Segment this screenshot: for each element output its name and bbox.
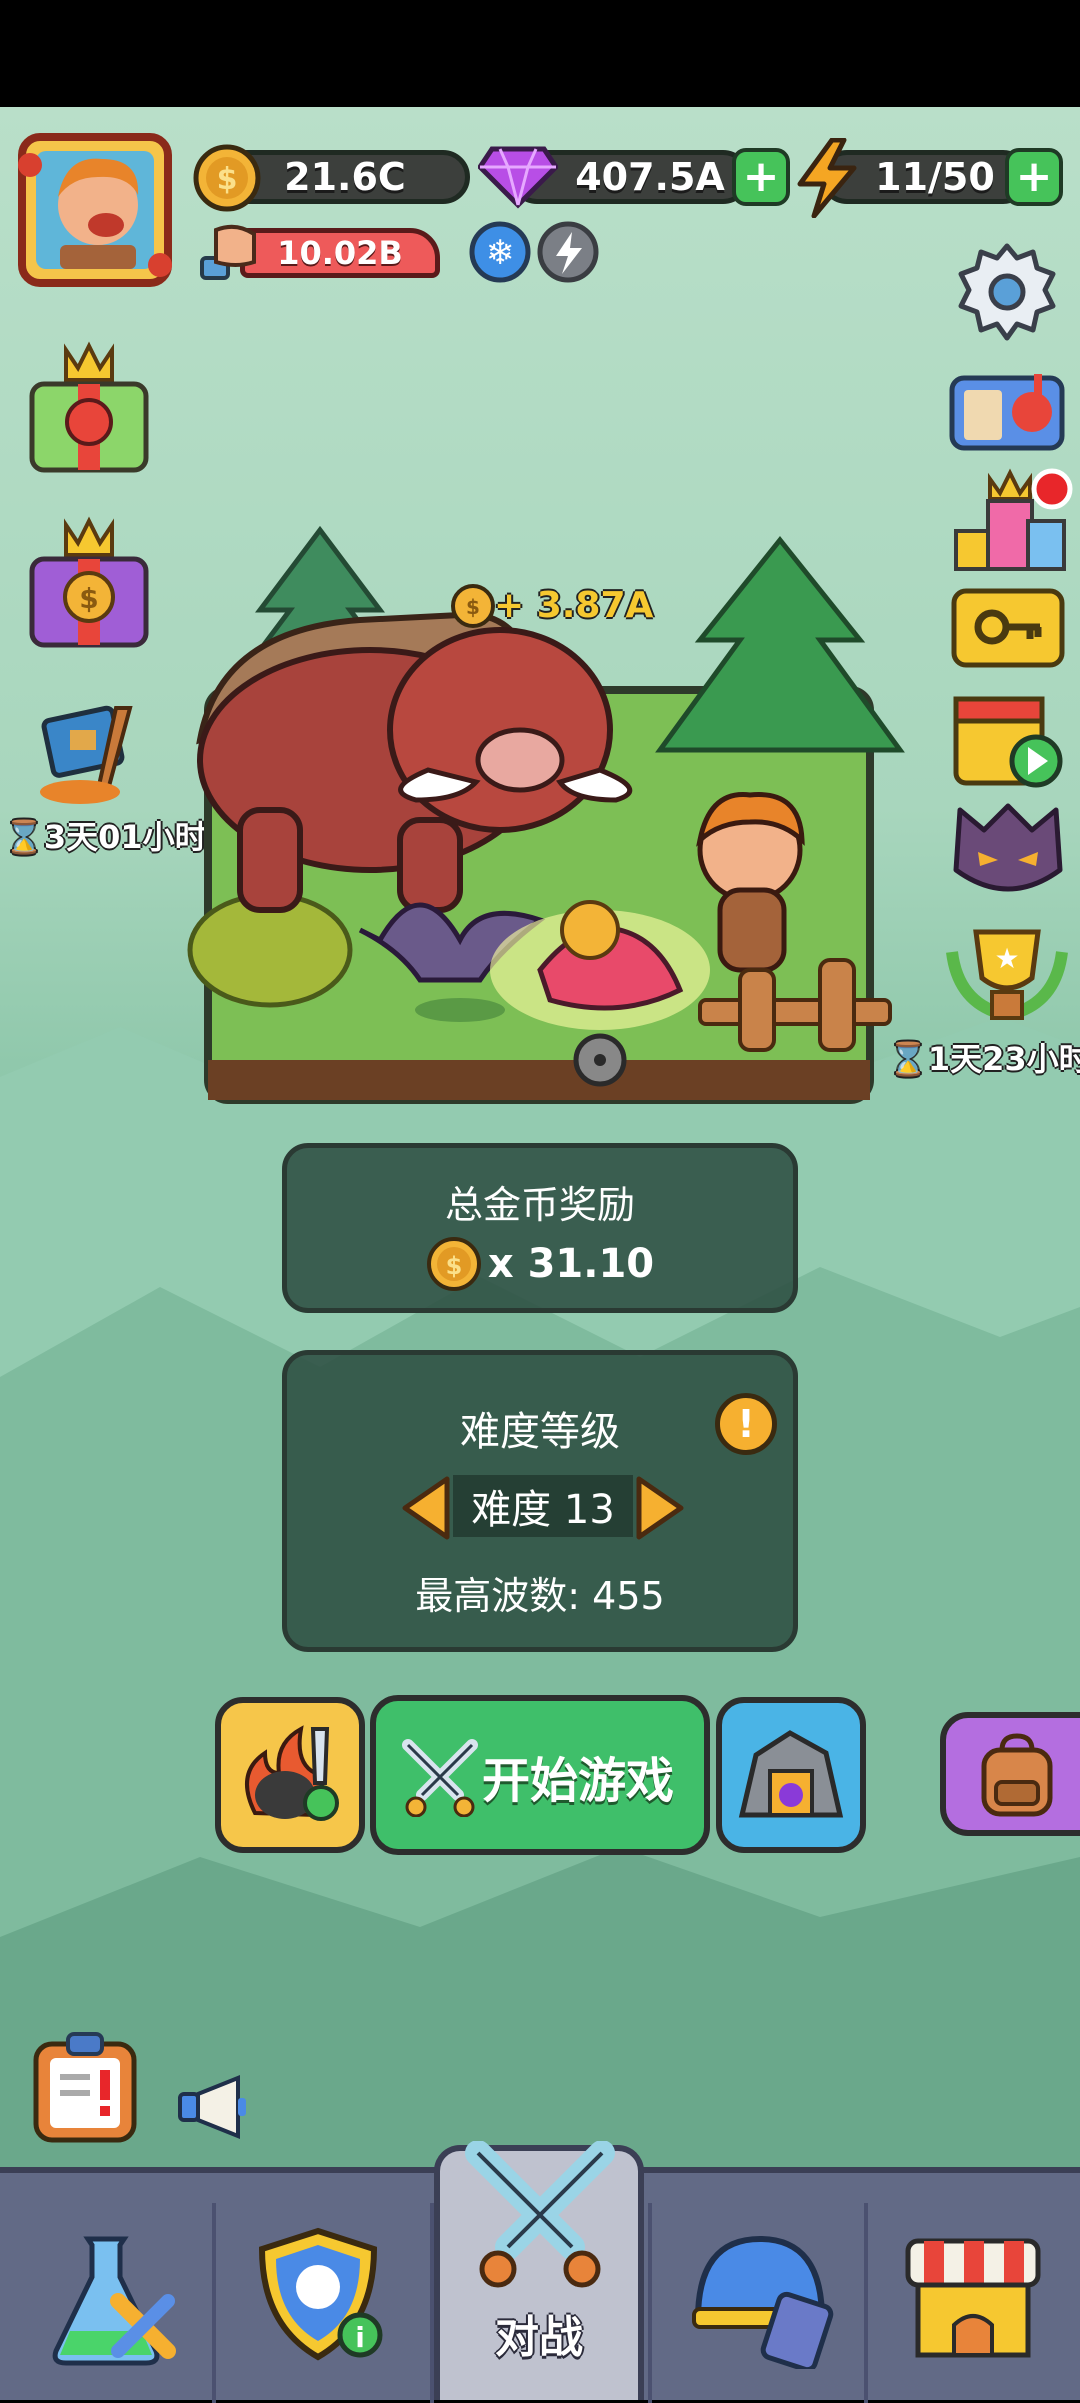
ranking-podium-icon[interactable]: [950, 465, 1074, 575]
boss-skill-button[interactable]: [215, 1697, 365, 1853]
hourglass-icon: ⌛: [4, 818, 44, 856]
freeze-buff-icon[interactable]: ❄: [468, 220, 532, 284]
add-energy-button[interactable]: +: [1005, 148, 1063, 206]
treasure-map-icon[interactable]: [32, 700, 142, 810]
gem-amount: 407.5A: [575, 155, 725, 199]
power-amount: 10.02B: [277, 234, 403, 272]
nav-lab-potion-icon[interactable]: [48, 2231, 178, 2371]
game-background: [0, 107, 1080, 2167]
svg-text:$: $: [217, 162, 238, 197]
bottom-nav: i 对战: [0, 2141, 1080, 2403]
speed-buff-icon[interactable]: [536, 220, 600, 284]
fire-skull-sword-icon: [245, 1725, 339, 1821]
task-clipboard-icon[interactable]: [30, 2028, 140, 2146]
reward-title: 总金币奖励: [444, 1183, 635, 1227]
left-event-timer: ⌛3天01小时: [4, 818, 207, 856]
coin-amount: 21.6C: [284, 155, 406, 199]
coin-gain-label: + 3.87A: [494, 585, 654, 626]
avatar-portrait-icon: [18, 133, 172, 287]
crossed-swords-icon: [402, 1739, 478, 1817]
trophy-icon[interactable]: ★: [944, 922, 1070, 1030]
nav-shop-stall-icon[interactable]: [898, 2233, 1048, 2363]
add-gems-button[interactable]: +: [732, 148, 790, 206]
difficulty-level: 难度 13: [453, 1475, 633, 1537]
gem-icon: [478, 146, 558, 209]
power-gift-box-icon[interactable]: [26, 340, 152, 476]
difficulty-prev-arrow-icon[interactable]: [399, 1475, 453, 1541]
coin-gain-icon: $: [451, 584, 495, 628]
power-badge: 10.02B: [240, 228, 440, 278]
portal-button[interactable]: [716, 1697, 866, 1853]
reward-value: x 31.10: [487, 1241, 655, 1287]
difficulty-next-arrow-icon[interactable]: [633, 1475, 687, 1541]
coin-icon: $: [193, 144, 261, 212]
start-game-button[interactable]: 开始游戏: [370, 1695, 710, 1855]
coin-gift-box-icon[interactable]: $: [26, 515, 152, 651]
demon-mask-icon[interactable]: [950, 800, 1066, 910]
backpack-button[interactable]: [940, 1712, 1080, 1836]
status-bar: [0, 0, 1080, 107]
svg-text:$: $: [446, 1252, 463, 1280]
video-reward-icon[interactable]: [950, 685, 1066, 791]
svg-text:$: $: [466, 595, 480, 619]
start-game-label: 开始游戏: [482, 1753, 675, 1809]
settings-gear-icon[interactable]: [955, 240, 1059, 344]
nav-battle-label: 对战: [495, 2312, 583, 2363]
svg-text:❄: ❄: [486, 233, 515, 273]
svg-text:i: i: [355, 2321, 365, 2354]
nav-equipment-helmet-icon[interactable]: [684, 2229, 834, 2369]
nav-battle-tab[interactable]: 对战: [434, 2141, 644, 2400]
max-wave-label: 最高波数: 455: [415, 1574, 665, 1618]
total-coin-reward-panel: 总金币奖励 $ x 31.10: [282, 1143, 798, 1313]
lightning-icon: [797, 138, 857, 218]
energy-amount: 11/50: [875, 155, 995, 199]
svg-text:★: ★: [994, 942, 1019, 975]
stone-portal-icon: [738, 1730, 844, 1818]
difficulty-panel: 难度等级 ! 难度 13 最高波数: 455: [282, 1350, 798, 1652]
nav-battle-swords-icon: [465, 2141, 615, 2288]
backpack-icon: [981, 1733, 1053, 1817]
difficulty-info-button[interactable]: !: [715, 1393, 777, 1455]
key-ticket-icon[interactable]: [950, 585, 1066, 671]
svg-text:$: $: [79, 582, 98, 615]
announcement-megaphone-icon[interactable]: [172, 2072, 252, 2142]
fist-icon: [200, 224, 256, 280]
nav-hero-shield-icon[interactable]: i: [256, 2225, 386, 2365]
music-album-icon[interactable]: [948, 368, 1066, 454]
player-avatar[interactable]: [10, 125, 180, 295]
reward-coin-icon: $: [426, 1237, 481, 1291]
